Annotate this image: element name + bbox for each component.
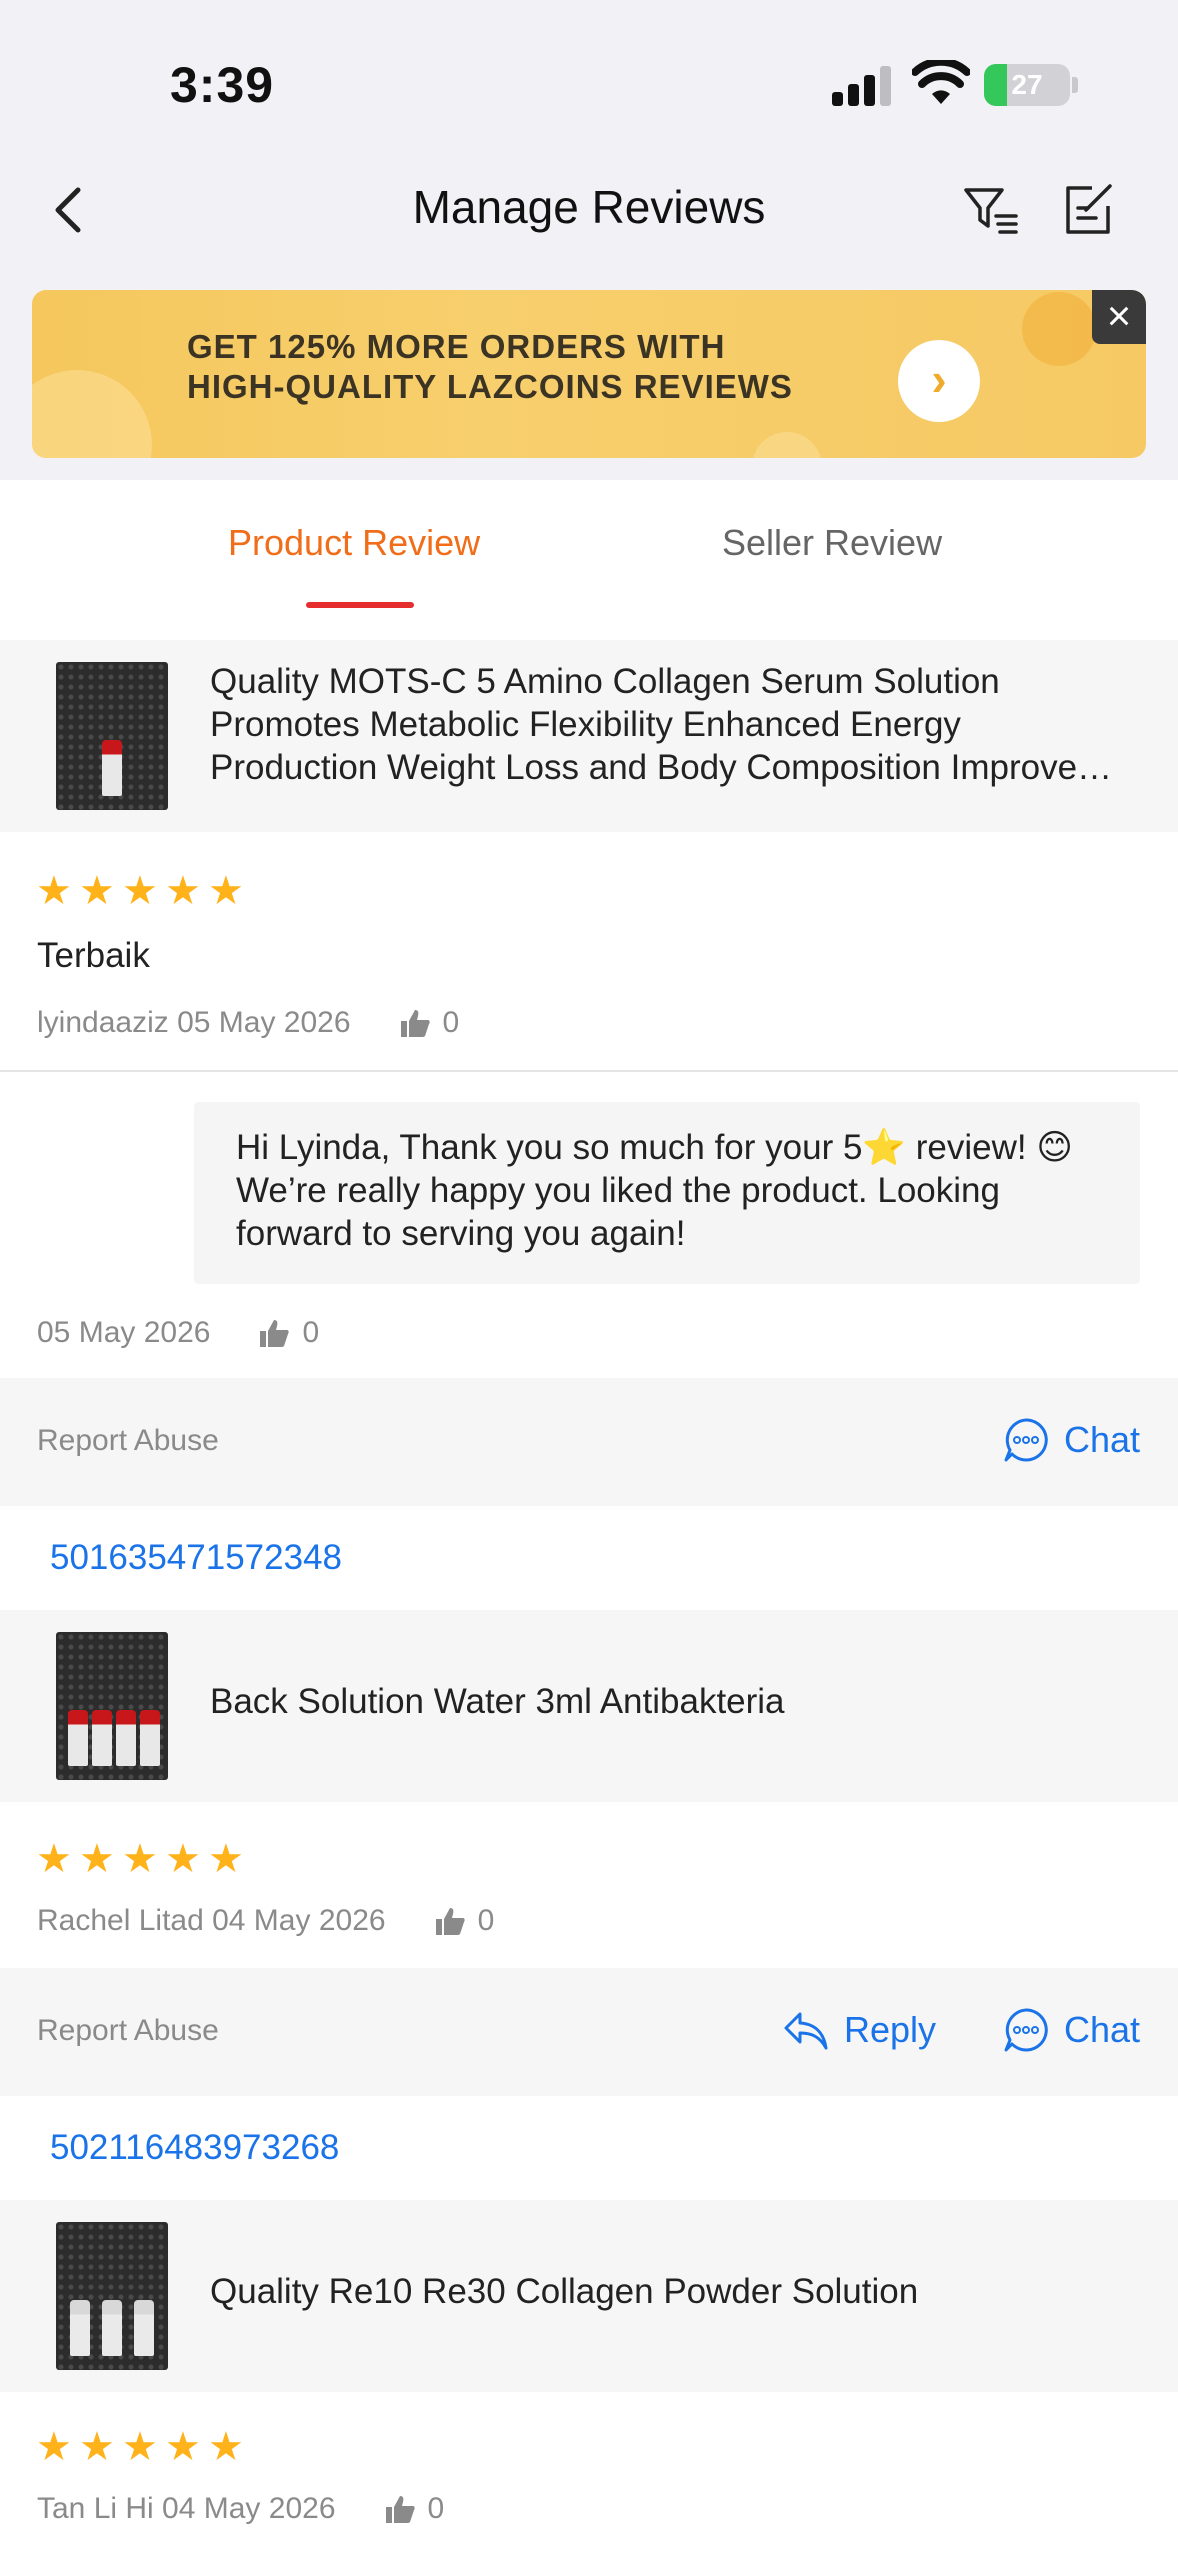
star-icon: ★ (36, 869, 72, 913)
star-icon: ★ (79, 869, 115, 913)
chat-button[interactable]: Chat (1002, 2006, 1140, 2054)
reviewer-and-date: Tan Li Hi 04 May 2026 (37, 2492, 336, 2525)
star-icon: ★ (208, 869, 244, 913)
review-text: Terbaik (37, 936, 150, 975)
banner-close-button[interactable]: × (1092, 290, 1146, 344)
product-row[interactable]: Quality Re10 Re30 Collagen Powder Soluti… (0, 2200, 1178, 2392)
thumbs-up-icon[interactable] (399, 1008, 431, 1038)
product-name: Quality MOTS-C 5 Amino Collagen Serum So… (210, 662, 1140, 787)
banner-arrow-button[interactable]: › (898, 340, 980, 422)
promo-banner-area: GET 125% MORE ORDERS WITH HIGH-QUALITY L… (0, 280, 1178, 480)
reply-arrow-icon (784, 2012, 828, 2050)
reply-button[interactable]: Reply (782, 2006, 936, 2054)
seller-reply-box: Hi Lyinda, Thank you so much for your 5⭐… (194, 1102, 1140, 1284)
star-rating: ★ ★ ★ ★ ★ (36, 869, 246, 913)
lazcoins-promo-banner[interactable]: GET 125% MORE ORDERS WITH HIGH-QUALITY L… (32, 290, 1146, 458)
coin-decoration (32, 370, 152, 458)
star-icon: ★ (165, 869, 201, 913)
edit-icon[interactable] (1058, 180, 1118, 240)
filter-icon[interactable] (960, 180, 1020, 240)
star-icon: ★ (122, 2425, 158, 2469)
report-abuse-link[interactable]: Report Abuse (37, 1424, 219, 1458)
status-bar: 3:39 27 (0, 0, 1178, 150)
review-action-bar: Report Abuse Reply Chat (0, 1968, 1178, 2096)
status-time: 3:39 (170, 57, 275, 113)
star-icon: ★ (79, 2425, 115, 2469)
star-icon: ★ (208, 1837, 244, 1881)
star-icon: ★ (36, 2425, 72, 2469)
battery-cap (1072, 77, 1078, 93)
seller-reply-text: Hi Lyinda, Thank you so much for your 5⭐… (236, 1128, 1073, 1253)
review-tabs: Product Review Seller Review (0, 480, 1178, 640)
product-thumbnail (56, 1632, 168, 1780)
reply-meta: 05 May 2026 0 (37, 1316, 319, 1350)
review-meta: Tan Li Hi 04 May 2026 0 (37, 2492, 444, 2526)
like-count: 0 (442, 1006, 460, 1039)
reply-label: Reply (844, 2009, 937, 2050)
tab-product-review[interactable]: Product Review (228, 522, 480, 564)
review-action-bar: Report Abuse Chat (0, 1378, 1178, 1506)
star-icon: ★ (79, 1837, 115, 1881)
chat-label: Chat (1063, 1419, 1140, 1460)
product-row[interactable]: Back Solution Water 3ml Antibakteria (0, 1610, 1178, 1802)
coin-decoration (1022, 292, 1096, 366)
like-count: 0 (427, 2492, 445, 2525)
thumbs-up-icon[interactable] (434, 1906, 466, 1936)
navigation-bar: Manage Reviews (0, 150, 1178, 280)
active-tab-indicator (306, 602, 414, 608)
order-id-link[interactable]: 502116483973268 (50, 2128, 339, 2168)
chat-label: Chat (1063, 2009, 1140, 2050)
product-row[interactable]: Quality MOTS-C 5 Amino Collagen Serum So… (0, 640, 1178, 832)
tab-seller-review[interactable]: Seller Review (722, 522, 942, 564)
battery-icon: 27 (984, 64, 1070, 106)
chat-button[interactable]: Chat (1002, 1416, 1140, 1464)
star-icon: ★ (165, 2425, 201, 2469)
divider (0, 1070, 1178, 1072)
star-icon: ★ (165, 1837, 201, 1881)
star-icon: ★ (36, 1837, 72, 1881)
report-abuse-link[interactable]: Report Abuse (37, 2014, 219, 2048)
review-meta: Rachel Litad 04 May 2026 0 (37, 1904, 494, 1938)
product-thumbnail (56, 662, 168, 810)
star-icon: ★ (122, 869, 158, 913)
order-id-link[interactable]: 501635471572348 (50, 1538, 342, 1578)
review-meta: lyindaaziz 05 May 2026 0 (37, 1006, 459, 1040)
star-icon: ★ (208, 2425, 244, 2469)
thumbs-up-icon[interactable] (384, 2494, 416, 2524)
chat-bubble-icon (1004, 1418, 1048, 1462)
wifi-icon (912, 60, 970, 104)
star-rating: ★ ★ ★ ★ ★ (36, 2425, 246, 2469)
reviewer-and-date: Rachel Litad 04 May 2026 (37, 1904, 386, 1937)
like-count: 0 (302, 1316, 320, 1349)
like-count: 0 (477, 1904, 495, 1937)
reply-date: 05 May 2026 (37, 1316, 211, 1349)
product-thumbnail (56, 2222, 168, 2370)
banner-line-1: GET 125% MORE ORDERS WITH (187, 328, 726, 365)
banner-line-2: HIGH-QUALITY LAZCOINS REVIEWS (187, 368, 793, 405)
product-name: Back Solution Water 3ml Antibakteria (210, 1682, 785, 1721)
thumbs-up-icon[interactable] (258, 1318, 290, 1348)
battery-level: 27 (1011, 69, 1043, 100)
reviewer-and-date: lyindaaziz 05 May 2026 (37, 1006, 351, 1039)
star-rating: ★ ★ ★ ★ ★ (36, 1837, 246, 1881)
product-name: Quality Re10 Re30 Collagen Powder Soluti… (210, 2272, 919, 2311)
coin-decoration (752, 432, 822, 458)
chat-bubble-icon (1004, 2008, 1048, 2052)
cellular-signal-icon (832, 66, 894, 106)
star-icon: ★ (122, 1837, 158, 1881)
